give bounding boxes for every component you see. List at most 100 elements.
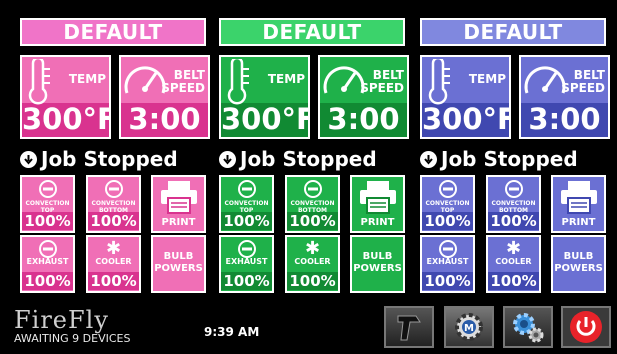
bulb-powers-button[interactable]: BULB POWERS bbox=[350, 235, 405, 293]
stop-icon bbox=[104, 180, 123, 198]
scanner-button[interactable] bbox=[384, 306, 434, 348]
convection-top-tile[interactable]: CONVECTION TOP 100% bbox=[219, 175, 274, 233]
stop-icon bbox=[38, 180, 57, 198]
firefly-logo: FireFly AWAITING 9 DEVICES bbox=[14, 306, 130, 345]
job-status: Job Stopped bbox=[219, 146, 377, 172]
exhaust-tile[interactable]: EXHAUST 100% bbox=[219, 235, 274, 293]
convection-bottom-tile[interactable]: CONVECTION BOTTOM 100% bbox=[285, 175, 340, 233]
temp-tile[interactable]: TEMP 300°F bbox=[20, 55, 111, 139]
exhaust-tile[interactable]: EXHAUST 100% bbox=[420, 235, 475, 293]
oven-panel-1: DEFAULT TEMP 300°F BELT SPEED 3:00 Job St… bbox=[20, 0, 210, 300]
oven-panel-2: DEFAULT TEMP 300°F BELT SPEED 3:00 Job St… bbox=[219, 0, 409, 300]
temp-value: 300°F bbox=[422, 102, 511, 136]
convection-bottom-value: 100% bbox=[88, 212, 139, 230]
print-label: PRINT bbox=[161, 217, 196, 228]
convection-bottom-tile[interactable]: CONVECTION BOTTOM 100% bbox=[86, 175, 141, 233]
temp-tile[interactable]: TEMP 300°F bbox=[219, 55, 310, 139]
brand-name: FireFly bbox=[14, 306, 109, 334]
print-button[interactable]: PRINT bbox=[151, 175, 206, 233]
temp-value: 300°F bbox=[221, 102, 310, 136]
bulb-powers-button[interactable]: BULB POWERS bbox=[551, 235, 606, 293]
recipe-header[interactable]: DEFAULT bbox=[420, 18, 606, 46]
exhaust-tile[interactable]: EXHAUST 100% bbox=[20, 235, 75, 293]
belt-speed-label: BELT SPEED bbox=[161, 68, 205, 95]
stop-icon bbox=[438, 240, 457, 258]
scanner-icon bbox=[397, 315, 421, 341]
oven-panel-3: DEFAULT TEMP 300°F BELT SPEED 3:00 Job St… bbox=[420, 0, 610, 300]
snowflake-icon: ✱ bbox=[304, 238, 321, 259]
exhaust-value: 100% bbox=[221, 272, 272, 290]
printer-icon bbox=[359, 181, 396, 214]
belt-speed-value: 3:00 bbox=[128, 102, 201, 136]
job-status-text: Job Stopped bbox=[240, 147, 377, 171]
print-label: PRINT bbox=[561, 217, 596, 228]
belt-speed-label: BELT SPEED bbox=[561, 68, 605, 95]
settings-button[interactable] bbox=[503, 306, 553, 348]
exhaust-value: 100% bbox=[22, 272, 73, 290]
thermometer-icon bbox=[428, 59, 450, 105]
stop-icon bbox=[38, 240, 57, 258]
job-status-text: Job Stopped bbox=[441, 147, 578, 171]
job-status: Job Stopped bbox=[420, 146, 578, 172]
temp-value: 300°F bbox=[22, 102, 111, 136]
belt-speed-tile[interactable]: BELT SPEED 3:00 bbox=[519, 55, 610, 139]
svg-text:M: M bbox=[464, 323, 474, 334]
stop-icon bbox=[438, 180, 457, 198]
cooler-label: COOLER bbox=[495, 257, 532, 266]
thermometer-icon bbox=[227, 59, 249, 105]
down-arrow-icon bbox=[20, 150, 37, 168]
print-button[interactable]: PRINT bbox=[350, 175, 405, 233]
cooler-value: 100% bbox=[88, 272, 139, 290]
stop-icon bbox=[237, 180, 256, 198]
exhaust-label: EXHAUST bbox=[426, 257, 469, 266]
device-status: AWAITING 9 DEVICES bbox=[14, 332, 131, 345]
cooler-label: COOLER bbox=[95, 257, 132, 266]
thermometer-icon bbox=[28, 59, 50, 105]
belt-speed-label: BELT SPEED bbox=[360, 68, 404, 95]
belt-speed-tile[interactable]: BELT SPEED 3:00 bbox=[119, 55, 210, 139]
maintenance-icon: M bbox=[455, 313, 483, 341]
stop-icon bbox=[237, 240, 256, 258]
cooler-tile[interactable]: ✱ COOLER 100% bbox=[285, 235, 340, 293]
print-button[interactable]: PRINT bbox=[551, 175, 606, 233]
belt-speed-value: 3:00 bbox=[528, 102, 601, 136]
cooler-value: 100% bbox=[287, 272, 338, 290]
temp-tile[interactable]: TEMP 300°F bbox=[420, 55, 511, 139]
snowflake-icon: ✱ bbox=[505, 238, 522, 259]
cooler-tile[interactable]: ✱ COOLER 100% bbox=[86, 235, 141, 293]
bulb-powers-label: BULB POWERS bbox=[353, 251, 402, 274]
bulb-powers-label: BULB POWERS bbox=[154, 251, 203, 274]
maintenance-button[interactable]: M bbox=[444, 306, 494, 348]
belt-speed-value: 3:00 bbox=[327, 102, 400, 136]
convection-top-tile[interactable]: CONVECTION TOP 100% bbox=[420, 175, 475, 233]
exhaust-label: EXHAUST bbox=[225, 257, 268, 266]
bulb-powers-label: BULB POWERS bbox=[554, 251, 603, 274]
convection-bottom-value: 100% bbox=[488, 212, 539, 230]
temp-label: TEMP bbox=[468, 72, 506, 86]
exhaust-label: EXHAUST bbox=[26, 257, 69, 266]
cooler-value: 100% bbox=[488, 272, 539, 290]
temp-label: TEMP bbox=[68, 72, 106, 86]
convection-bottom-value: 100% bbox=[287, 212, 338, 230]
power-button[interactable] bbox=[561, 306, 611, 348]
stop-icon bbox=[504, 180, 523, 198]
down-arrow-icon bbox=[219, 150, 236, 168]
snowflake-icon: ✱ bbox=[105, 238, 122, 259]
print-label: PRINT bbox=[360, 217, 395, 228]
bulb-powers-button[interactable]: BULB POWERS bbox=[151, 235, 206, 293]
down-arrow-icon bbox=[420, 150, 437, 168]
printer-icon bbox=[560, 181, 597, 214]
job-status: Job Stopped bbox=[20, 146, 178, 172]
power-icon bbox=[570, 311, 602, 343]
cooler-label: COOLER bbox=[294, 257, 331, 266]
cooler-tile[interactable]: ✱ COOLER 100% bbox=[486, 235, 541, 293]
recipe-header[interactable]: DEFAULT bbox=[20, 18, 206, 46]
belt-speed-tile[interactable]: BELT SPEED 3:00 bbox=[318, 55, 409, 139]
convection-top-value: 100% bbox=[22, 212, 73, 230]
job-status-text: Job Stopped bbox=[41, 147, 178, 171]
convection-bottom-tile[interactable]: CONVECTION BOTTOM 100% bbox=[486, 175, 541, 233]
convection-top-tile[interactable]: CONVECTION TOP 100% bbox=[20, 175, 75, 233]
recipe-header[interactable]: DEFAULT bbox=[219, 18, 405, 46]
settings-icon bbox=[513, 313, 544, 343]
convection-top-value: 100% bbox=[422, 212, 473, 230]
